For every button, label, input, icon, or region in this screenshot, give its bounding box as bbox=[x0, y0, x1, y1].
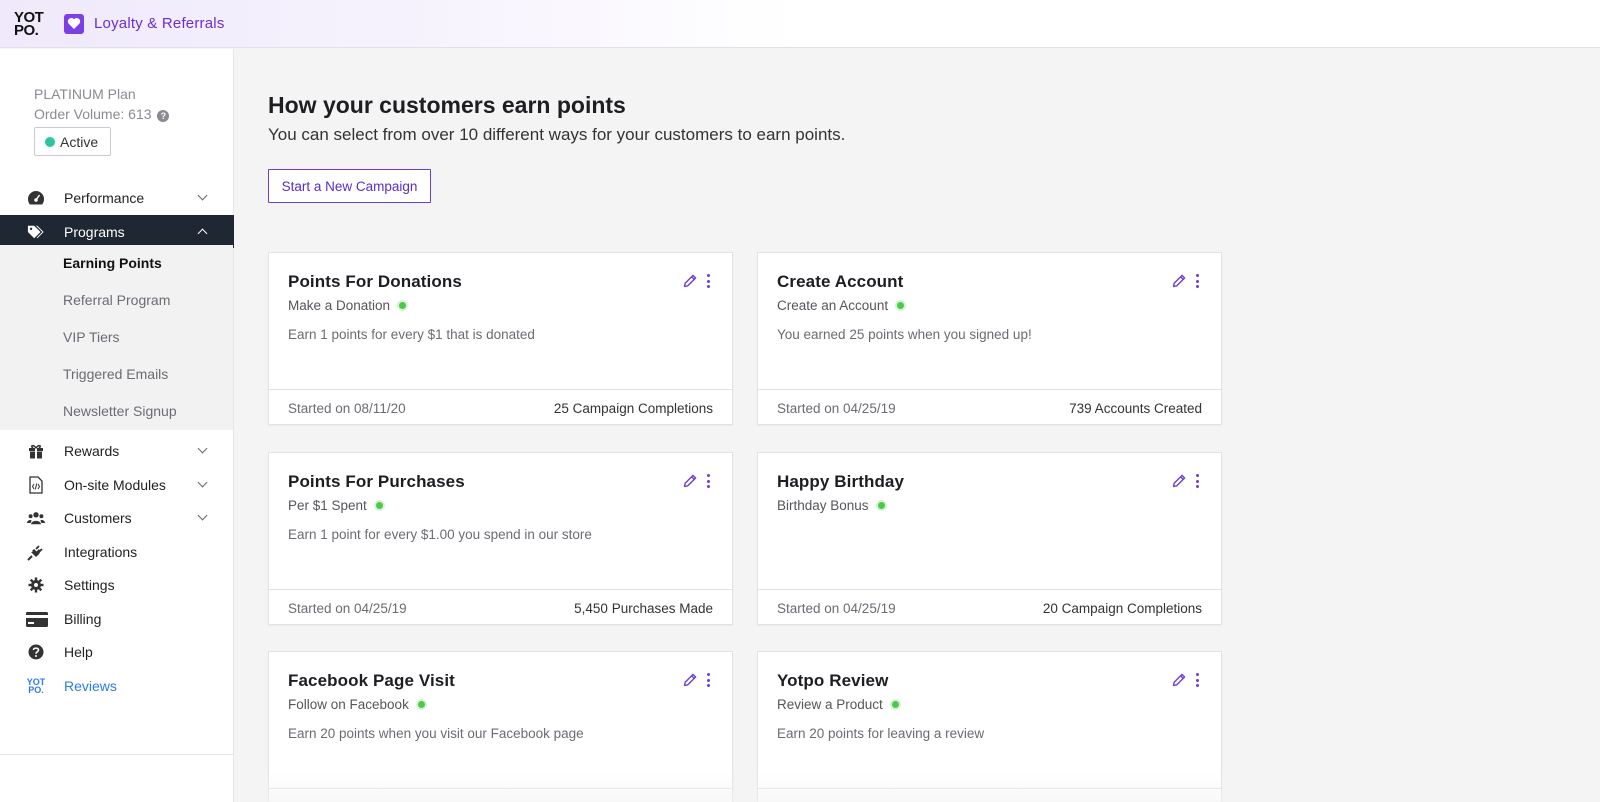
campaign-card[interactable]: Happy Birthday Birthday Bonus Started on… bbox=[757, 452, 1222, 625]
sidebar-item-referral-program[interactable]: Referral Program bbox=[63, 292, 170, 308]
campaign-title: Yotpo Review bbox=[777, 671, 889, 690]
nav-reviews[interactable]: YOT PO. Reviews bbox=[0, 669, 234, 702]
plan-info: PLATINUM Plan Order Volume: 613 ? bbox=[34, 84, 170, 124]
programs-submenu: Earning Points Referral Program VIP Tier… bbox=[0, 245, 233, 430]
active-status-dot bbox=[889, 699, 901, 710]
campaign-footer: Started on 08/11/20 25 Campaign Completi… bbox=[269, 389, 732, 425]
order-volume: Order Volume: 613 ? bbox=[34, 104, 170, 124]
nav-customers[interactable]: Customers bbox=[0, 501, 234, 534]
campaign-metric: 20 Campaign Completions bbox=[1042, 601, 1202, 616]
yotpo-reviews-icon: YOT PO. bbox=[26, 677, 46, 695]
campaign-footer: Started on 04/25/19 5,450 Purchases Made bbox=[269, 589, 732, 625]
sidebar: PLATINUM Plan Order Volume: 613 ? Active… bbox=[0, 49, 234, 802]
top-bar: YOT PO. Loyalty & Referrals bbox=[0, 0, 1600, 48]
campaign-title: Facebook Page Visit bbox=[288, 671, 455, 690]
active-status-dot bbox=[895, 300, 907, 311]
credit-card-icon bbox=[26, 610, 48, 628]
campaign-title: Points For Purchases bbox=[288, 472, 465, 491]
sidebar-divider bbox=[0, 754, 233, 755]
sidebar-item-newsletter-signup[interactable]: Newsletter Signup bbox=[63, 403, 177, 419]
chevron-down-icon bbox=[197, 477, 208, 488]
more-options-icon[interactable] bbox=[705, 473, 711, 489]
page-subtitle: You can select from over 10 different wa… bbox=[268, 125, 846, 144]
active-status-dot bbox=[875, 500, 887, 511]
yotpo-logo[interactable]: YOT PO. bbox=[14, 10, 46, 38]
nav-settings[interactable]: Settings bbox=[0, 568, 234, 601]
page-title: How your customers earn points bbox=[268, 92, 626, 118]
campaign-start-date: Started on 04/25/19 bbox=[777, 601, 896, 616]
code-file-icon bbox=[27, 476, 45, 494]
more-options-icon[interactable] bbox=[705, 273, 711, 289]
campaign-description: Earn 1 point for every $1.00 you spend i… bbox=[288, 527, 592, 542]
more-options-icon[interactable] bbox=[1194, 672, 1200, 688]
more-options-icon[interactable] bbox=[1194, 273, 1200, 289]
campaign-title: Happy Birthday bbox=[777, 472, 905, 491]
campaign-title: Create Account bbox=[777, 272, 904, 291]
campaign-start-date: Started on 08/11/20 bbox=[288, 401, 406, 416]
chevron-up-icon bbox=[197, 228, 208, 239]
campaign-metric: 739 Accounts Created bbox=[1069, 401, 1202, 416]
edit-pencil-icon[interactable] bbox=[682, 273, 698, 289]
campaign-type: Birthday Bonus bbox=[777, 498, 887, 513]
campaign-type: Make a Donation bbox=[288, 298, 409, 313]
plan-name: PLATINUM Plan bbox=[34, 86, 136, 102]
campaign-metric: 5,450 Purchases Made bbox=[574, 601, 713, 616]
edit-pencil-icon[interactable] bbox=[1171, 473, 1187, 489]
campaign-description: Earn 20 points when you visit our Facebo… bbox=[288, 726, 584, 741]
campaign-start-date: Started on 04/25/19 bbox=[777, 401, 896, 416]
active-status-dot bbox=[373, 500, 385, 511]
active-status-dot bbox=[415, 699, 427, 710]
campaign-footer: Started on 04/25/19 20 Campaign Completi… bbox=[758, 589, 1221, 625]
campaign-title: Points For Donations bbox=[288, 272, 462, 291]
campaign-type: Per $1 Spent bbox=[288, 498, 385, 513]
gauge-icon bbox=[27, 189, 45, 207]
start-new-campaign-button[interactable]: Start a New Campaign bbox=[268, 169, 431, 203]
campaign-type: Create an Account bbox=[777, 298, 907, 313]
plug-icon bbox=[27, 543, 45, 561]
campaign-type: Review a Product bbox=[777, 697, 901, 712]
tags-icon bbox=[27, 223, 45, 241]
more-options-icon[interactable] bbox=[705, 672, 711, 688]
more-options-icon[interactable] bbox=[1194, 473, 1200, 489]
help-circle-icon[interactable]: ? bbox=[157, 110, 170, 122]
sidebar-item-vip-tiers[interactable]: VIP Tiers bbox=[63, 329, 120, 345]
nav-performance[interactable]: Performance bbox=[0, 181, 234, 214]
edit-pencil-icon[interactable] bbox=[682, 672, 698, 688]
status-dot bbox=[45, 136, 55, 147]
users-icon bbox=[27, 509, 45, 527]
chevron-down-icon bbox=[197, 190, 208, 201]
sidebar-item-triggered-emails[interactable]: Triggered Emails bbox=[63, 366, 168, 382]
nav-programs[interactable]: Programs bbox=[0, 215, 234, 248]
campaign-card[interactable]: Points For Donations Make a Donation Ear… bbox=[268, 252, 733, 425]
edit-pencil-icon[interactable] bbox=[682, 473, 698, 489]
nav-rewards[interactable]: Rewards bbox=[0, 434, 234, 467]
campaign-description: Earn 1 points for every $1 that is donat… bbox=[288, 327, 535, 342]
active-status-dot bbox=[397, 300, 409, 311]
gift-icon bbox=[27, 442, 45, 460]
campaign-footer: Started on 04/25/19 739 Accounts Created bbox=[758, 389, 1221, 425]
sidebar-item-earning-points[interactable]: Earning Points bbox=[63, 255, 162, 271]
edit-pencil-icon[interactable] bbox=[1171, 273, 1187, 289]
nav-integrations[interactable]: Integrations bbox=[0, 535, 234, 568]
edit-pencil-icon[interactable] bbox=[1171, 672, 1187, 688]
campaign-card[interactable]: Points For Purchases Per $1 Spent Earn 1… bbox=[268, 452, 733, 625]
campaign-start-date: Started on 04/25/19 bbox=[288, 601, 407, 616]
nav-help[interactable]: Help bbox=[0, 635, 234, 668]
scroll-fade bbox=[234, 770, 1600, 802]
campaign-card[interactable]: Create Account Create an Account You ear… bbox=[757, 252, 1222, 425]
campaign-type: Follow on Facebook bbox=[288, 697, 427, 712]
campaign-description: You earned 25 points when you signed up! bbox=[777, 327, 1032, 342]
gear-icon bbox=[27, 576, 45, 594]
chevron-down-icon bbox=[197, 510, 208, 521]
chevron-down-icon bbox=[197, 443, 208, 454]
question-circle-icon bbox=[27, 643, 45, 661]
nav-billing[interactable]: Billing bbox=[0, 602, 234, 635]
app-title[interactable]: Loyalty & Referrals bbox=[94, 15, 225, 32]
status-badge: Active bbox=[34, 127, 111, 156]
nav-onsite-modules[interactable]: On-site Modules bbox=[0, 468, 234, 501]
campaign-metric: 25 Campaign Completions bbox=[553, 401, 713, 416]
campaign-description: Earn 20 points for leaving a review bbox=[777, 726, 985, 741]
heart-icon bbox=[64, 13, 84, 34]
